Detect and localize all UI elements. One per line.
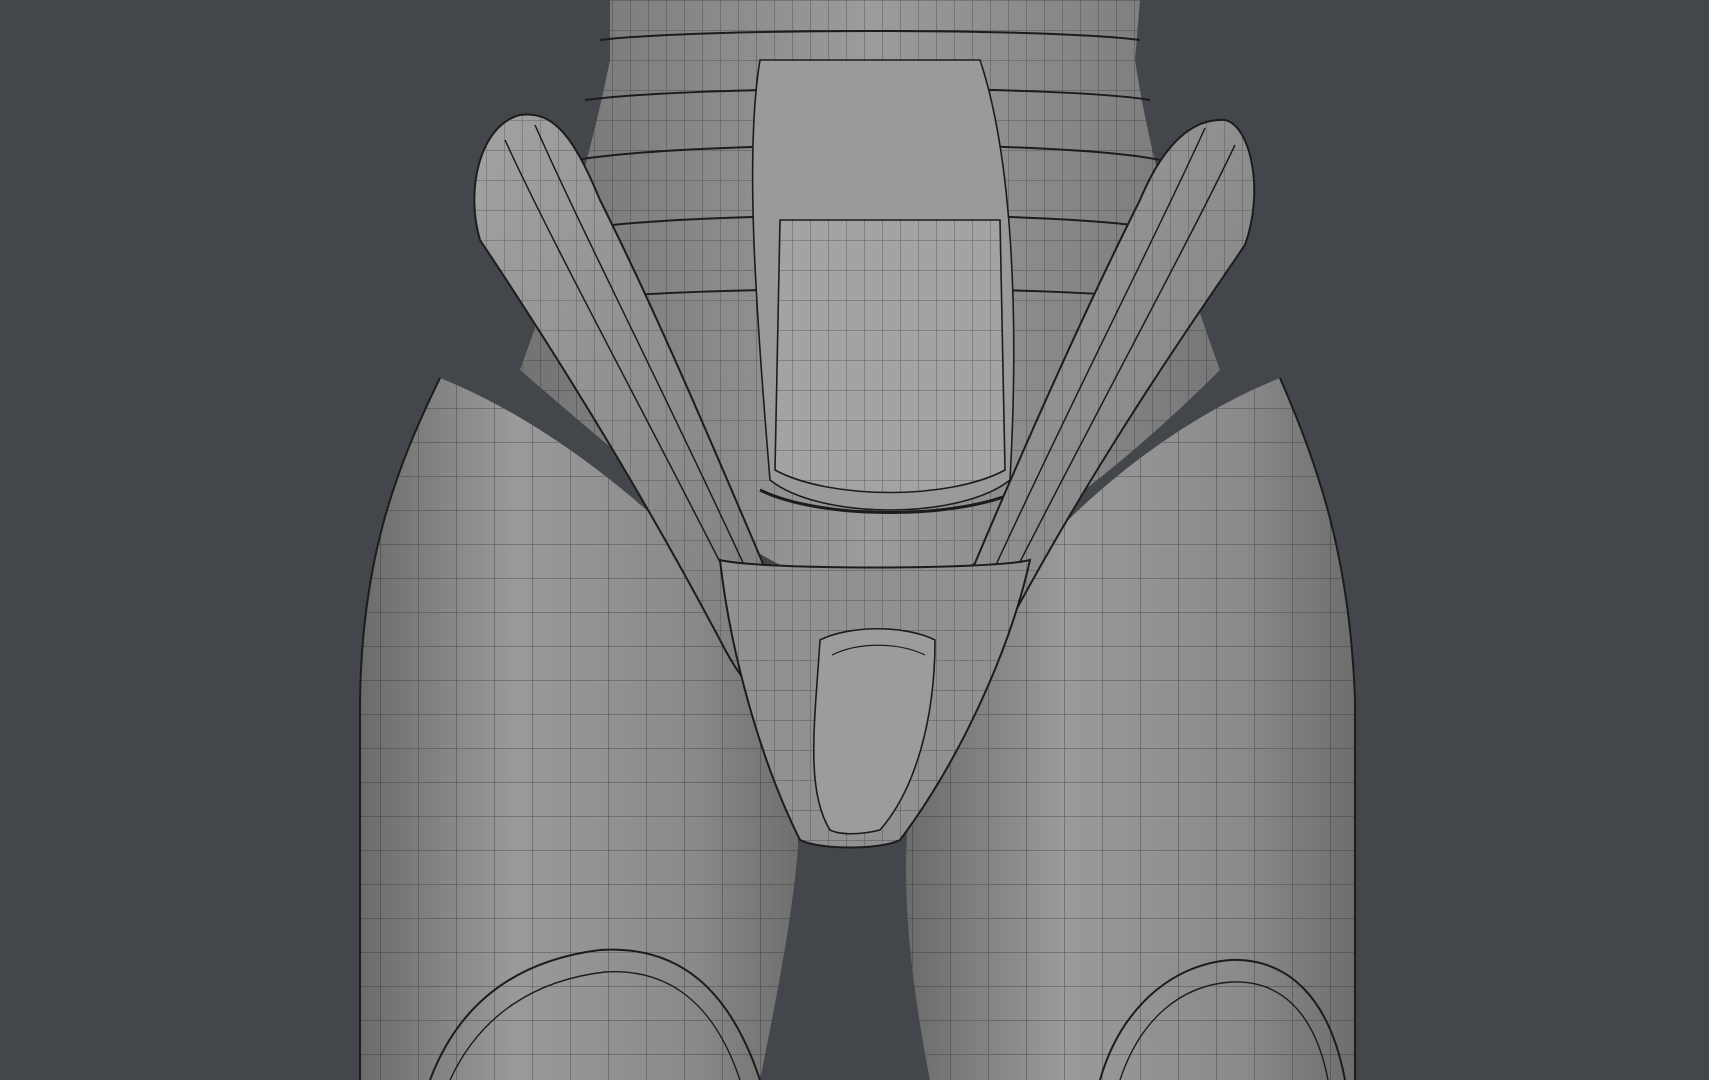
mesh-render xyxy=(359,0,1356,1080)
3d-viewport[interactable] xyxy=(0,0,1709,1080)
